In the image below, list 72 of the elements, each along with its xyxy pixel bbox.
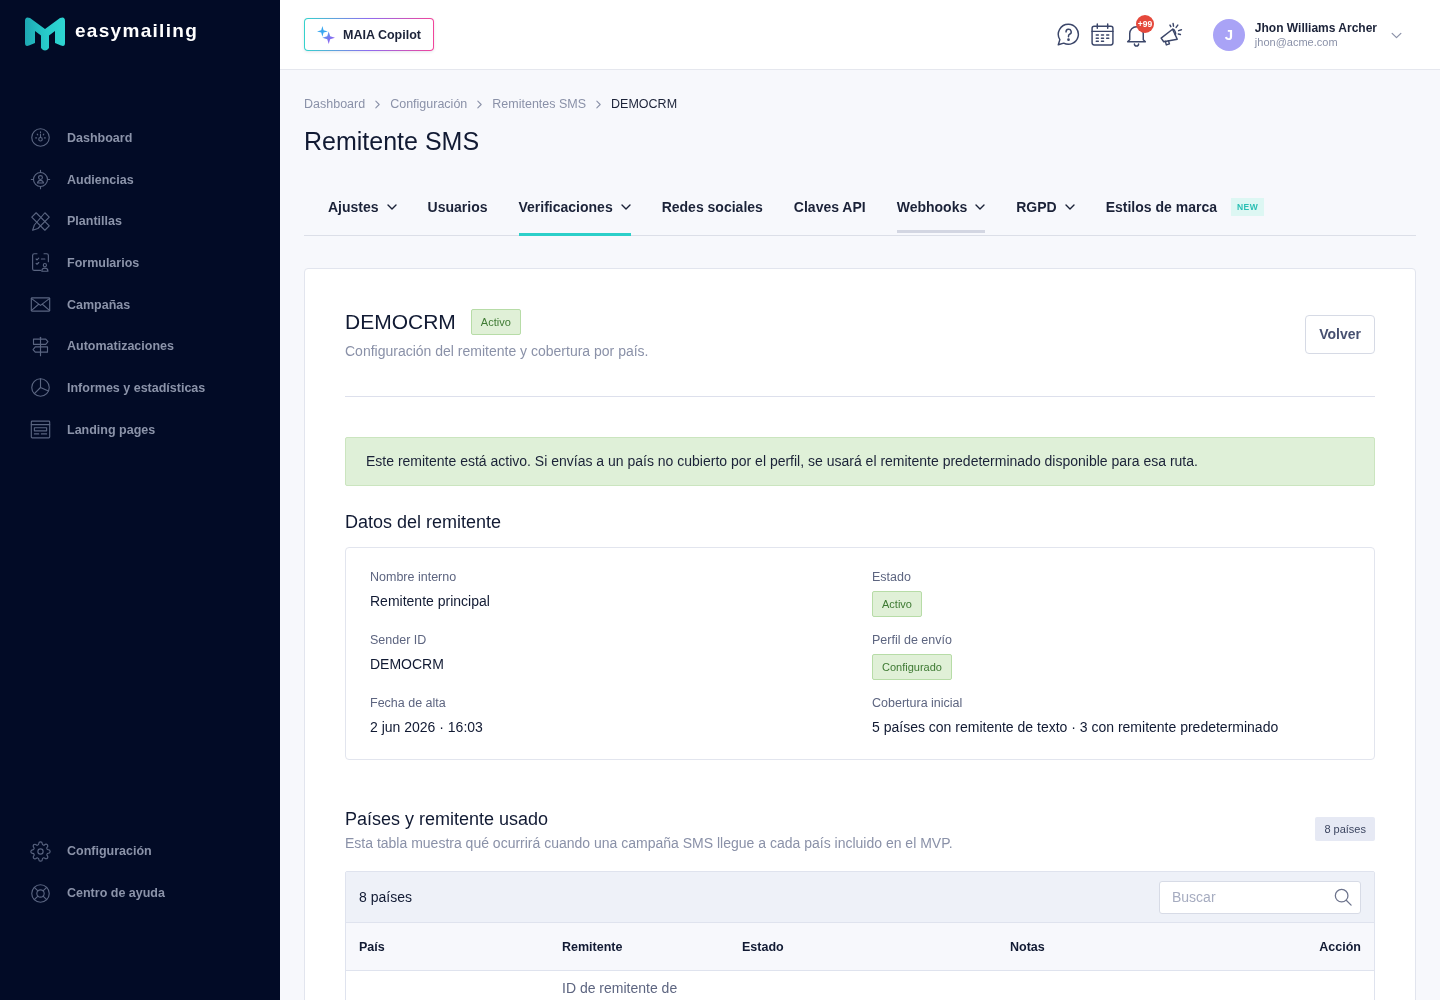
field-label: Sender ID bbox=[370, 632, 428, 648]
search-field[interactable]: Buscar bbox=[1159, 880, 1361, 914]
brand-name: easymailing bbox=[75, 20, 199, 42]
table-cell-text: ID de remitente de bbox=[562, 979, 679, 997]
calendar-icon[interactable] bbox=[1089, 22, 1115, 47]
layout-icon bbox=[30, 419, 51, 441]
lifebuoy-icon bbox=[30, 882, 51, 904]
breadcrumb-item[interactable]: DEMOCRM bbox=[611, 97, 678, 111]
chevron-right-icon bbox=[375, 99, 381, 109]
column-header: Estado bbox=[742, 939, 785, 954]
pie-chart-icon bbox=[30, 377, 51, 399]
nav-item[interactable]: Plantillas bbox=[0, 200, 152, 243]
nav-item[interactable]: Informes y estadísticas bbox=[0, 367, 236, 409]
user-name: Jhon Williams Archer bbox=[1254, 21, 1377, 35]
column-header: Notas bbox=[1010, 939, 1046, 954]
tab[interactable]: Verificaciones bbox=[518, 179, 631, 236]
tab[interactable]: Claves API bbox=[793, 179, 866, 236]
notification-badge: +99 bbox=[1135, 15, 1155, 33]
back-button[interactable]: Volver bbox=[1305, 314, 1375, 354]
field-label: Perfil de envío bbox=[872, 632, 953, 648]
user-target-icon bbox=[30, 169, 51, 191]
nav-item[interactable]: Formularios bbox=[0, 242, 170, 284]
chevron-right-icon bbox=[477, 99, 483, 109]
section-subtitle: Esta tabla muestra qué ocurrirá cuando una campaña SMS llegue a cada país incluido en el MVP. bbox=[345, 835, 953, 851]
tab[interactable]: RGPD bbox=[1016, 179, 1075, 236]
field-value: 5 países con remitente de texto · 3 con remitente predeterminado bbox=[872, 718, 1280, 737]
signpost-icon bbox=[30, 335, 51, 357]
tab[interactable]: Redes sociales bbox=[661, 179, 763, 236]
tab[interactable]: Ajustes bbox=[328, 179, 397, 236]
tab[interactable]: Estilos de marca NEW bbox=[1105, 179, 1265, 236]
pencil-ruler-icon bbox=[30, 210, 51, 232]
chevron-right-icon bbox=[596, 99, 602, 109]
nav-item[interactable]: Landing pages bbox=[0, 408, 186, 451]
help-chat-icon[interactable] bbox=[1055, 22, 1081, 47]
search-icon bbox=[1334, 887, 1352, 906]
logo-icon bbox=[24, 16, 66, 52]
column-header: Remitente bbox=[562, 939, 624, 954]
table-count: 8 países bbox=[359, 889, 412, 905]
nav-item[interactable]: Configuración bbox=[0, 830, 182, 873]
user-email: jhon@acme.com bbox=[1254, 36, 1339, 48]
nav-item[interactable]: Campañas bbox=[0, 283, 161, 326]
count-badge: 8 países bbox=[1315, 817, 1375, 841]
section-title: Países y remitente usado bbox=[345, 808, 550, 831]
sparkle-icon bbox=[317, 25, 335, 44]
column-header: Acción bbox=[1319, 939, 1361, 954]
copilot-button[interactable]: MAIA Copilot bbox=[304, 18, 434, 51]
nav-item[interactable]: Automatizaciones bbox=[0, 325, 204, 368]
form-icon bbox=[30, 252, 51, 274]
section-title: Datos del remitente bbox=[345, 511, 503, 534]
field-label: Nombre interno bbox=[370, 569, 458, 585]
field-label: Cobertura inicial bbox=[872, 695, 964, 711]
new-badge: NEW bbox=[1230, 198, 1265, 216]
field-label: Fecha de alta bbox=[370, 695, 447, 711]
chevron-down-icon[interactable] bbox=[1391, 31, 1402, 39]
gauge-icon bbox=[30, 127, 51, 149]
page-title: Remitente SMS bbox=[304, 126, 481, 157]
field-label: Estado bbox=[872, 569, 912, 585]
nav-item[interactable]: Centro de ayuda bbox=[0, 872, 195, 914]
tab[interactable]: Usuarios bbox=[427, 179, 488, 236]
settings-icon bbox=[30, 840, 51, 862]
field-value: Remitente principal bbox=[370, 592, 491, 611]
info-alert: Este remitente está activo. Si envías a un país no cubierto por el perfil, se usará el remitente predeterminado disponible para esa ruta. bbox=[345, 437, 1375, 486]
sender-name: DEMOCRM bbox=[345, 310, 456, 334]
status-badge: Activo bbox=[872, 591, 922, 617]
sender-subtitle: Configuración del remitente y cobertura por país. bbox=[345, 343, 649, 359]
status-badge: Configurado bbox=[872, 654, 952, 680]
field-value: DEMOCRM bbox=[370, 655, 445, 674]
nav-item[interactable]: Dashboard bbox=[0, 117, 163, 159]
nav-item[interactable]: Audiencias bbox=[0, 158, 164, 201]
column-header: País bbox=[359, 939, 386, 954]
field-value: 2 jun 2026 · 16:03 bbox=[370, 718, 484, 737]
status-badge: Activo bbox=[470, 309, 521, 335]
